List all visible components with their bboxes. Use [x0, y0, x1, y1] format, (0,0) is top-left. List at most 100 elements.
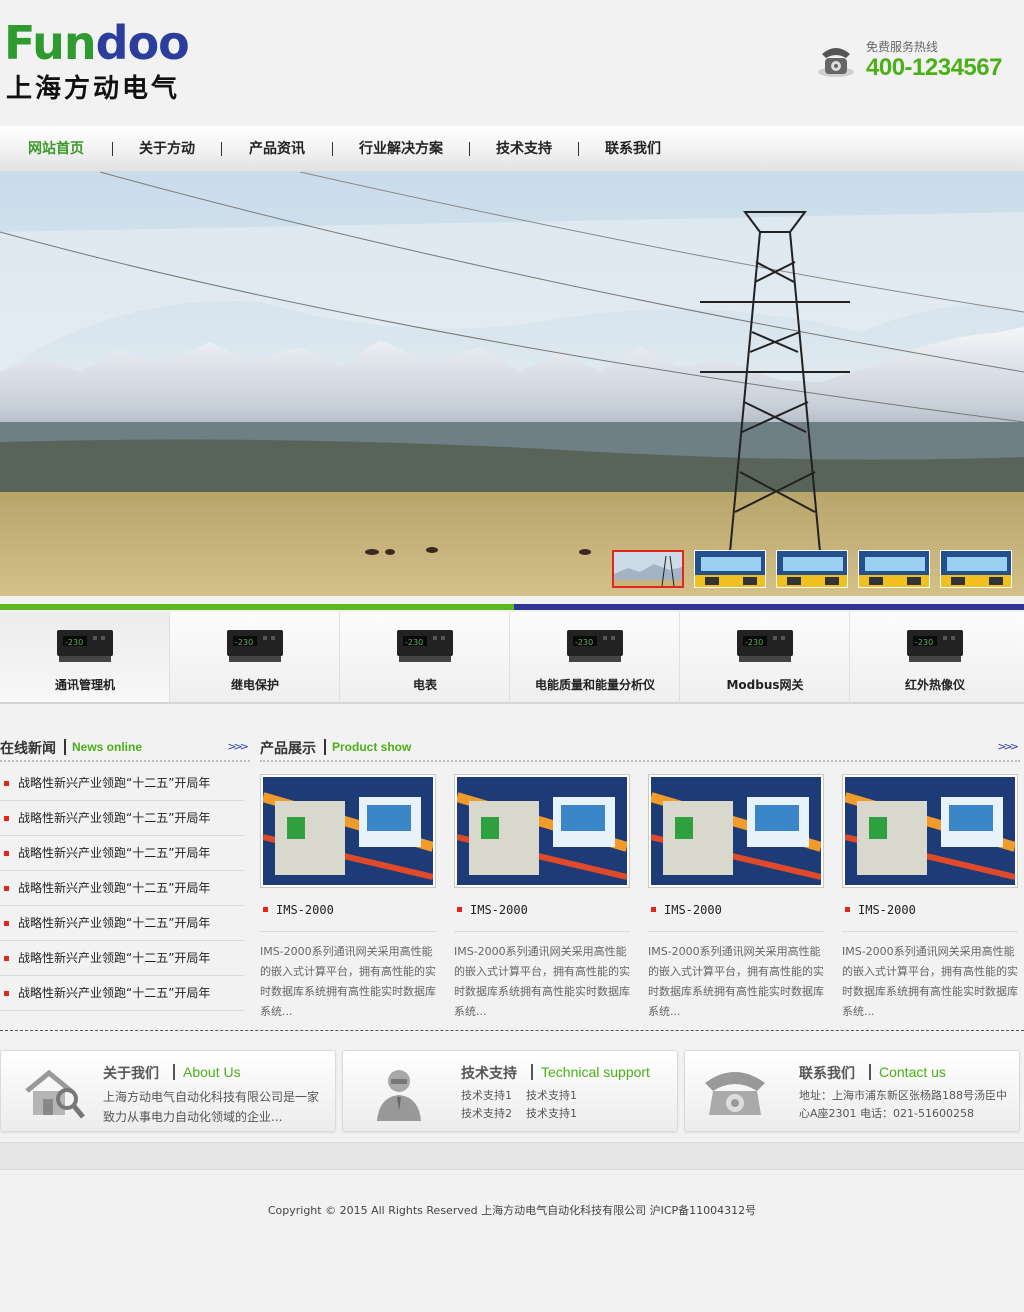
banner-thumb-1[interactable]	[612, 550, 684, 588]
support-link[interactable]: 技术支持1	[526, 1089, 577, 1102]
company-name-cn: 上海方动电气	[6, 74, 181, 104]
support-links: 技术支持1 技术支持1 技术支持2 技术支持1	[461, 1087, 577, 1123]
nav-item-solutions[interactable]: 行业解决方案	[333, 126, 469, 172]
device-icon: -230	[227, 630, 283, 662]
color-bar-blue	[514, 604, 1024, 610]
news-title: 在线新闻	[0, 741, 56, 757]
products-header: 产品展示 Product show >>>	[260, 736, 1020, 762]
svg-text:-230: -230	[235, 638, 253, 647]
about-box: 关于我们 About Us 上海方动电气自动化科技有限公司是一家致力从事电力自动…	[0, 1050, 336, 1132]
product-name-text: IMS-2000	[664, 903, 722, 917]
footer-band	[0, 1142, 1024, 1170]
support-title-en[interactable]: Technical support	[541, 1064, 650, 1080]
about-text: 上海方动电气自动化科技有限公司是一家致力从事电力自动化领域的企业...	[103, 1090, 320, 1124]
banner-thumbnails	[612, 550, 1012, 588]
contact-box: 联系我们 Contact us 地址：上海市浦东新区张杨路188号汤臣中心A座2…	[684, 1050, 1020, 1132]
about-title-en[interactable]: About Us	[183, 1064, 241, 1080]
product-desc: IMS-2000系列通讯网关采用高性能的嵌入式计算平台，拥有高性能的实时数据库系…	[260, 945, 436, 1018]
product-name[interactable]: IMS-2000	[648, 900, 824, 932]
product-card[interactable]: IMS-2000 IMS-2000系列通讯网关采用高性能的嵌入式计算平台，拥有高…	[454, 774, 630, 1022]
news-header: 在线新闻 News online >>>	[0, 736, 250, 762]
category-label: 继电保护	[230, 678, 279, 692]
title-separator	[869, 1064, 871, 1080]
product-name[interactable]: IMS-2000	[260, 900, 436, 932]
news-section: 在线新闻 News online >>> 战略性新兴产业领跑“十二五”开局年 战…	[0, 736, 250, 1011]
category-color-bar	[0, 604, 1024, 610]
product-card[interactable]: IMS-2000 IMS-2000系列通讯网关采用高性能的嵌入式计算平台，拥有高…	[842, 774, 1018, 1022]
product-image[interactable]	[454, 774, 630, 888]
product-desc: IMS-2000系列通讯网关采用高性能的嵌入式计算平台，拥有高性能的实时数据库系…	[842, 945, 1018, 1018]
banner-thumb-4[interactable]	[858, 550, 930, 588]
banner-thumb-5[interactable]	[940, 550, 1012, 588]
product-grid: IMS-2000 IMS-2000系列通讯网关采用高性能的嵌入式计算平台，拥有高…	[260, 774, 1024, 1022]
banner-thumb-3[interactable]	[776, 550, 848, 588]
product-desc: IMS-2000系列通讯网关采用高性能的嵌入式计算平台，拥有高性能的实时数据库系…	[454, 945, 630, 1018]
category-label: Modbus网关	[726, 678, 804, 692]
contact-title: 联系我们	[799, 1066, 855, 1082]
products-title-en: Product show	[332, 740, 412, 754]
news-item-title: 战略性新兴产业领跑“十二五”开局年	[18, 951, 211, 965]
bullet-icon	[4, 921, 9, 926]
news-item[interactable]: 战略性新兴产业领跑“十二五”开局年	[0, 871, 244, 906]
title-separator	[324, 739, 326, 755]
product-card[interactable]: IMS-2000 IMS-2000系列通讯网关采用高性能的嵌入式计算平台，拥有高…	[648, 774, 824, 1022]
support-link[interactable]: 技术支持1	[461, 1089, 512, 1102]
bullet-icon	[4, 781, 9, 786]
products-more-link[interactable]: >>>	[997, 740, 1019, 753]
bullet-icon	[457, 907, 462, 912]
products-title: 产品展示	[260, 741, 316, 757]
device-icon: -230	[397, 630, 453, 662]
main-nav: 网站首页 关于方动 产品资讯 行业解决方案 技术支持 联系我们	[0, 126, 1024, 172]
logo-part-green: Fun	[4, 16, 97, 70]
news-item-title: 战略性新兴产业领跑“十二五”开局年	[18, 916, 211, 930]
nav-item-contact[interactable]: 联系我们	[579, 126, 687, 172]
product-desc: IMS-2000系列通讯网关采用高性能的嵌入式计算平台，拥有高性能的实时数据库系…	[648, 945, 824, 1018]
products-section: 产品展示 Product show >>> IMS-2000 IMS-2000系…	[260, 736, 1020, 1018]
category-label: 通讯管理机	[54, 678, 115, 692]
banner-image	[0, 172, 1024, 596]
hotline: 免费服务热线 400-1234567	[816, 36, 1016, 86]
nav-item-products[interactable]: 产品资讯	[222, 126, 332, 172]
nav-item-support[interactable]: 技术支持	[470, 126, 578, 172]
news-item[interactable]: 战略性新兴产业领跑“十二五”开局年	[0, 766, 244, 801]
category-meter[interactable]: -230 电表	[340, 612, 510, 704]
news-item[interactable]: 战略性新兴产业领跑“十二五”开局年	[0, 976, 244, 1011]
news-list: 战略性新兴产业领跑“十二五”开局年 战略性新兴产业领跑“十二五”开局年 战略性新…	[0, 766, 244, 1011]
svg-text:-230: -230	[575, 638, 593, 647]
news-item[interactable]: 战略性新兴产业领跑“十二五”开局年	[0, 941, 244, 976]
category-comm-manager[interactable]: -230 通讯管理机	[0, 612, 170, 704]
device-icon: -230	[567, 630, 623, 662]
category-power-quality[interactable]: -230 电能质量和能量分析仪	[510, 612, 680, 704]
product-card[interactable]: IMS-2000 IMS-2000系列通讯网关采用高性能的嵌入式计算平台，拥有高…	[260, 774, 436, 1022]
nav-item-home[interactable]: 网站首页	[0, 126, 112, 172]
product-image[interactable]	[648, 774, 824, 888]
svg-text:-230: -230	[405, 638, 423, 647]
about-title: 关于我们	[103, 1066, 159, 1082]
logo[interactable]: Fundoo 上海方动电气	[4, 20, 214, 110]
bullet-icon	[845, 907, 850, 912]
product-name[interactable]: IMS-2000	[454, 900, 630, 932]
nav-item-about[interactable]: 关于方动	[113, 126, 221, 172]
telephone-icon	[705, 1072, 765, 1115]
category-modbus-gateway[interactable]: -230 Modbus网关	[680, 612, 850, 704]
hero-banner[interactable]	[0, 172, 1024, 596]
title-separator	[531, 1064, 533, 1080]
support-link[interactable]: 技术支持2	[461, 1107, 512, 1120]
contact-title-en[interactable]: Contact us	[879, 1064, 946, 1080]
support-link[interactable]: 技术支持1	[526, 1107, 577, 1120]
product-image[interactable]	[260, 774, 436, 888]
product-name[interactable]: IMS-2000	[842, 900, 1018, 932]
news-item[interactable]: 战略性新兴产业领跑“十二五”开局年	[0, 906, 244, 941]
title-separator	[173, 1064, 175, 1080]
news-more-link[interactable]: >>>	[227, 740, 249, 753]
svg-text:-230: -230	[745, 638, 763, 647]
product-image[interactable]	[842, 774, 1018, 888]
device-icon: -230	[737, 630, 793, 662]
category-thermal-imager[interactable]: -230 红外热像仪	[850, 612, 1024, 704]
news-item-title: 战略性新兴产业领跑“十二五”开局年	[18, 776, 211, 790]
news-item-title: 战略性新兴产业领跑“十二五”开局年	[18, 986, 211, 1000]
category-relay-protection[interactable]: -230 继电保护	[170, 612, 340, 704]
banner-thumb-2[interactable]	[694, 550, 766, 588]
news-item[interactable]: 战略性新兴产业领跑“十二五”开局年	[0, 801, 244, 836]
news-item[interactable]: 战略性新兴产业领跑“十二五”开局年	[0, 836, 244, 871]
